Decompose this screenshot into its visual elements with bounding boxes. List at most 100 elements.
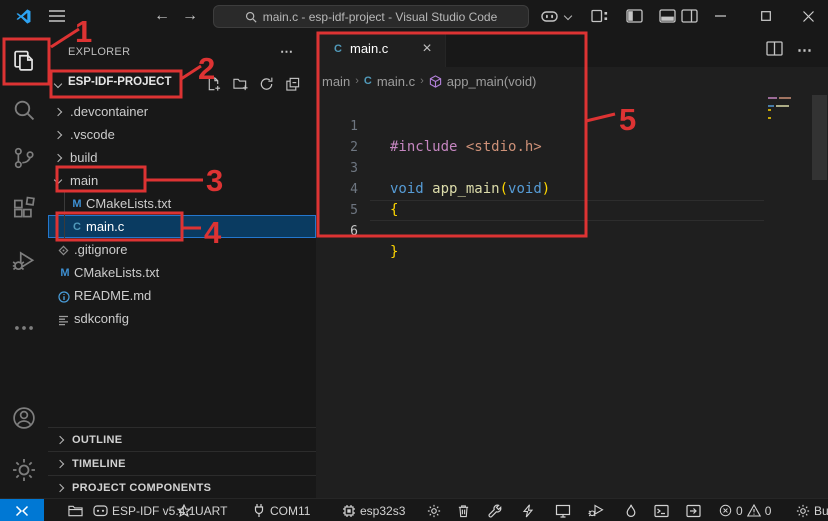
explorer-more-actions-icon[interactable]: ⋯ <box>280 44 294 60</box>
vscode-logo-icon <box>12 0 34 32</box>
tree-item-label: main.c <box>86 219 125 234</box>
split-editor-icon[interactable] <box>766 41 784 59</box>
tree-item-label: CMakeLists.txt <box>74 265 160 280</box>
tree-item-label: .vscode <box>70 127 115 142</box>
tree-item-gitignore[interactable]: .gitignore <box>48 238 316 261</box>
code-line-4[interactable]: 4 { <box>316 158 828 218</box>
tree-item-cmakelists-root[interactable]: M CMakeLists.txt <box>48 261 316 284</box>
breadcrumb-symbol[interactable]: app_main(void) <box>447 74 537 89</box>
close-window-button[interactable] <box>793 0 823 32</box>
plug-icon <box>254 504 264 517</box>
gear-icon <box>796 504 810 517</box>
flash-method[interactable]: UART <box>177 499 227 521</box>
remote-indicator[interactable] <box>0 499 44 521</box>
accounts-icon[interactable] <box>12 406 36 430</box>
breadcrumb: main › C main.c › app_main(void) <box>322 70 536 92</box>
serial-port[interactable]: COM11 <box>252 499 310 521</box>
editor-more-actions-icon[interactable]: ⋯ <box>797 41 815 59</box>
extensions-icon[interactable] <box>12 196 36 220</box>
code-line-6[interactable]: 6 } <box>316 200 828 260</box>
more-views-icon[interactable] <box>12 316 36 340</box>
copilot-icon[interactable] <box>538 0 560 32</box>
run-debug-icon[interactable] <box>12 249 36 273</box>
tree-item-devcontainer[interactable]: .devcontainer <box>48 100 316 123</box>
project-section-header[interactable]: ESP-IDF-PROJECT <box>48 72 316 96</box>
symbol-cube-icon <box>429 74 442 88</box>
debug-icon[interactable] <box>588 499 605 521</box>
menuconfig-gear-icon[interactable] <box>427 499 441 521</box>
tree-item-label: .devcontainer <box>70 104 149 119</box>
source-control-icon[interactable] <box>12 146 36 170</box>
panel-timeline[interactable]: TIMELINE <box>48 451 316 476</box>
tab-bar: C main.c × ⋯ <box>316 32 828 67</box>
panel-project-components[interactable]: PROJECT COMPONENTS <box>48 475 316 499</box>
terminal-icon[interactable] <box>654 499 669 521</box>
gitignore-file-icon <box>58 242 72 258</box>
code-line-2[interactable]: 2 <box>316 116 828 155</box>
search-icon[interactable] <box>12 98 36 122</box>
minimize-button[interactable] <box>705 0 735 32</box>
toggle-panel-icon[interactable] <box>656 0 678 32</box>
command-center-search[interactable]: main.c - esp-idf-project - Visual Studio… <box>213 5 529 28</box>
search-value: main.c - esp-idf-project - Visual Studio… <box>262 9 498 24</box>
toggle-sidebar-left-icon[interactable] <box>623 0 645 32</box>
panel-label: OUTLINE <box>72 434 123 446</box>
chevron-down-icon[interactable] <box>561 0 575 32</box>
breadcrumb-file[interactable]: main.c <box>377 74 415 89</box>
close-tab-icon[interactable]: × <box>417 39 437 59</box>
tree-item-cmakelists-main[interactable]: M CMakeLists.txt <box>48 192 316 215</box>
device-target[interactable]: esp32s3 <box>342 499 405 521</box>
refresh-icon[interactable] <box>259 76 275 92</box>
scrollbar[interactable] <box>812 95 827 180</box>
new-folder-icon[interactable] <box>233 76 249 92</box>
menu-icon[interactable] <box>46 0 68 32</box>
monitor-icon[interactable] <box>555 499 571 521</box>
export-icon[interactable] <box>686 499 701 521</box>
tree-item-build[interactable]: build <box>48 146 316 169</box>
toggle-sidebar-right-icon[interactable] <box>678 0 700 32</box>
espressif-icon <box>93 505 108 517</box>
build-status[interactable]: Bu <box>796 499 828 521</box>
new-file-icon[interactable] <box>206 76 222 92</box>
open-folder-icon[interactable] <box>68 499 83 521</box>
settings-gear-icon[interactable] <box>12 458 36 482</box>
error-icon <box>719 504 732 517</box>
chevron-down-icon <box>53 175 63 185</box>
chip-icon <box>343 504 355 517</box>
code-line-5[interactable]: 5 <box>316 179 828 218</box>
flash-method-label: UART <box>195 503 228 518</box>
tree-item-readme[interactable]: README.md <box>48 284 316 307</box>
maximize-button[interactable] <box>751 0 781 32</box>
back-arrow-icon[interactable]: ← <box>150 0 174 32</box>
line-number: 6 <box>350 224 358 239</box>
flash-bolt-icon[interactable] <box>522 499 534 521</box>
tab-main-c[interactable]: C main.c × <box>316 32 446 67</box>
tree-item-main-c[interactable]: C main.c <box>48 215 316 238</box>
cmake-file-icon: M <box>72 197 82 210</box>
code-line-1[interactable]: 1 #include <stdio.h> <box>316 95 828 155</box>
flame-icon[interactable] <box>625 499 637 521</box>
c-file-icon: C <box>363 75 372 87</box>
panel-outline[interactable]: OUTLINE <box>48 427 316 452</box>
activity-bar <box>0 32 49 498</box>
panel-label: TIMELINE <box>72 458 126 470</box>
explorer-sidebar: EXPLORER ⋯ ESP-IDF-PROJECT .devcontainer <box>48 32 317 498</box>
chevron-right-icon <box>53 130 63 140</box>
breadcrumb-folder[interactable]: main <box>322 74 350 89</box>
collapse-all-icon[interactable] <box>285 76 301 92</box>
forward-arrow-icon[interactable]: → <box>178 0 202 32</box>
customize-layout-icon[interactable] <box>588 0 610 32</box>
chevron-right-icon <box>55 435 65 445</box>
tree-item-main-folder[interactable]: main <box>48 169 316 192</box>
tree-item-label: CMakeLists.txt <box>86 196 172 211</box>
full-clean-trash-icon[interactable] <box>457 499 470 521</box>
explorer-icon[interactable] <box>12 49 36 73</box>
build-wrench-icon[interactable] <box>488 499 502 521</box>
tree-item-sdkconfig[interactable]: sdkconfig <box>48 307 316 330</box>
tree-item-vscode[interactable]: .vscode <box>48 123 316 146</box>
remote-icon <box>15 505 29 516</box>
config-file-icon <box>58 311 72 327</box>
code-line-3[interactable]: 3 void app_main(void) <box>316 137 828 197</box>
tree-item-label: README.md <box>74 288 152 303</box>
problems-indicator[interactable]: 0 0 <box>719 499 771 521</box>
